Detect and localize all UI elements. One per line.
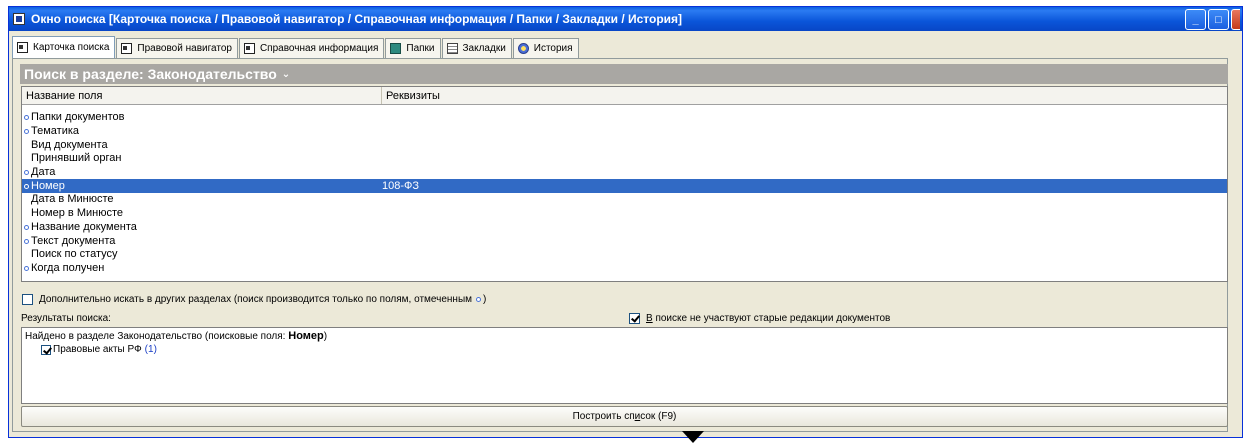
legal-navigator-icon <box>121 43 133 54</box>
tab-label: Закладки <box>462 43 506 54</box>
grid-row[interactable]: Текст документа <box>22 234 1227 248</box>
minimize-button[interactable]: _ <box>1185 9 1206 30</box>
row-marker <box>22 183 31 189</box>
grid-row[interactable]: Папки документов <box>22 111 1227 125</box>
tab-bookmarks[interactable]: Закладки <box>441 38 512 58</box>
field-name[interactable]: Название документа <box>31 221 382 234</box>
section-title: Поиск в разделе: Законодательство <box>24 66 277 82</box>
build-button-text-2: сок (F9) <box>640 411 677 422</box>
results-found-field: Номер <box>288 330 324 342</box>
title-bar[interactable]: Окно поиска [Карточка поиска / Правовой … <box>9 7 1242 31</box>
results-box: Найдено в разделе Законодательство (поис… <box>21 327 1228 404</box>
search-fields-grid: Название поля Реквизиты Папки документов… <box>21 86 1228 282</box>
marker-icon <box>24 265 29 271</box>
grid-row[interactable]: Поиск по статусу <box>22 248 1227 262</box>
result-item-label[interactable]: Правовые акты РФ <box>53 344 142 355</box>
results-found-close: ) <box>323 331 328 342</box>
reference-info-icon <box>243 43 255 54</box>
folder-icon <box>390 43 402 54</box>
old-editions-label: поиске не участвуют старые редакции доку… <box>652 313 891 324</box>
history-icon <box>517 43 529 54</box>
tab-label: Справочная информация <box>259 43 379 54</box>
close-button[interactable] <box>1231 9 1240 30</box>
field-name[interactable]: Номер <box>31 180 382 193</box>
build-button-text-1: Построить сп <box>572 411 635 422</box>
field-name[interactable]: Вид документа <box>31 139 382 152</box>
result-item-checkbox[interactable] <box>41 344 51 355</box>
marker-icon <box>24 224 29 230</box>
extra-search-label: Дополнительно искать в других разделах (… <box>39 294 473 305</box>
results-found-text: Найдено в разделе Законодательство (поис… <box>25 331 286 342</box>
tab-search-card[interactable]: Карточка поиска <box>12 36 116 58</box>
tab-label: Правовой навигатор <box>137 43 232 54</box>
tab-history[interactable]: История <box>512 38 579 58</box>
window-controls: _ □ <box>1185 9 1240 30</box>
bookmark-icon <box>446 43 458 54</box>
marker-icon <box>24 129 29 135</box>
field-name[interactable]: Поиск по статусу <box>31 248 382 261</box>
grid-row[interactable]: Тематика <box>22 125 1227 139</box>
results-label: Результаты поиска: <box>21 313 111 324</box>
row-marker <box>22 170 31 176</box>
field-name[interactable]: Когда получен <box>31 262 382 275</box>
marker-icon <box>24 115 29 121</box>
grid-row[interactable]: Когда получен <box>22 262 1227 276</box>
grid-body: Папки документов Тематика Вид документа При… <box>22 105 1227 275</box>
marker-icon <box>24 183 29 189</box>
field-name[interactable]: Тематика <box>31 125 382 138</box>
grid-row[interactable]: Вид документа <box>22 138 1227 152</box>
row-marker <box>22 238 31 244</box>
chevron-down-icon[interactable]: ⌄ <box>282 69 290 80</box>
old-editions-hotkey: В <box>646 313 653 324</box>
marker-icon <box>24 238 29 244</box>
grid-row[interactable]: Номер в Минюсте <box>22 207 1227 221</box>
grid-row[interactable]: Название документа <box>22 221 1227 235</box>
field-name[interactable]: Дата в Минюсте <box>31 193 382 206</box>
row-marker <box>22 224 31 230</box>
grid-row[interactable]: Дата <box>22 166 1227 180</box>
result-item-count[interactable]: (1) <box>145 344 157 355</box>
old-editions-option[interactable]: В поиске не участвуют старые редакции до… <box>629 313 890 324</box>
row-marker <box>22 265 31 271</box>
field-value[interactable]: 108-ФЗ <box>382 180 1227 193</box>
grid-header: Название поля Реквизиты <box>22 87 1227 105</box>
marker-icon <box>476 297 482 302</box>
field-name[interactable]: Номер в Минюсте <box>31 207 382 220</box>
tab-label: Папки <box>406 43 435 54</box>
row-marker <box>22 129 31 135</box>
column-header-requisites[interactable]: Реквизиты <box>382 87 1227 104</box>
section-header[interactable]: Поиск в разделе: Законодательство ⌄ <box>20 64 1228 84</box>
row-marker <box>22 115 31 121</box>
build-list-button[interactable]: Построить сп и сок (F9) <box>21 406 1228 427</box>
tab-strip: Карточка поиска Правовой навигатор Справ… <box>12 36 580 58</box>
old-editions-checkbox[interactable] <box>629 313 640 324</box>
tab-reference-info[interactable]: Справочная информация <box>238 38 385 58</box>
marker-icon <box>24 170 29 176</box>
grid-row[interactable]: Принявший орган <box>22 152 1227 166</box>
field-name[interactable]: Дата <box>31 166 382 179</box>
tab-label: Карточка поиска <box>33 42 110 53</box>
tab-folders[interactable]: Папки <box>385 38 441 58</box>
extra-search-checkbox[interactable] <box>22 294 33 305</box>
cursor-arrow-icon <box>682 431 704 443</box>
column-header-field-name[interactable]: Название поля <box>22 87 382 104</box>
maximize-button[interactable]: □ <box>1208 9 1229 30</box>
field-name[interactable]: Папки документов <box>31 111 382 124</box>
grid-row[interactable]: Номер 108-ФЗ <box>22 179 1227 194</box>
tab-legal-navigator[interactable]: Правовой навигатор <box>116 38 238 58</box>
grid-row[interactable]: Дата в Минюсте <box>22 193 1227 207</box>
results-summary: Найдено в разделе Законодательство (поис… <box>25 330 1224 342</box>
search-card-icon <box>17 42 28 53</box>
result-item[interactable]: Правовые акты РФ (1) <box>41 344 1224 355</box>
window-title: Окно поиска [Карточка поиска / Правовой … <box>31 12 683 26</box>
extra-search-suffix: ) <box>483 294 487 305</box>
tab-label: История <box>533 43 573 54</box>
field-name[interactable]: Текст документа <box>31 235 382 248</box>
app-icon[interactable] <box>13 13 25 25</box>
extra-search-option[interactable]: Дополнительно искать в других разделах (… <box>22 294 486 305</box>
field-name[interactable]: Принявший орган <box>31 152 382 165</box>
